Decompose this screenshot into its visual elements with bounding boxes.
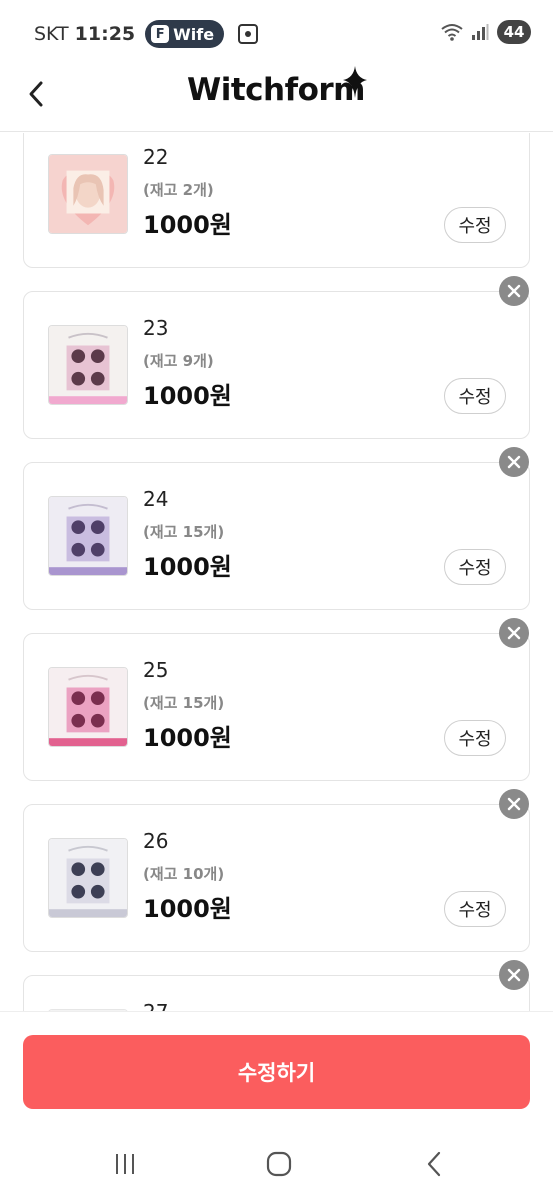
item-card: 26 (재고 10개) 1000원 수정 — [23, 804, 530, 952]
hotspot-pill: F Wife — [145, 20, 225, 48]
back-button[interactable] — [18, 76, 54, 112]
carrier-label: SKT — [34, 23, 69, 45]
item-thumbnail — [48, 154, 128, 234]
hotspot-label: Wife — [173, 24, 215, 44]
item-list[interactable]: 22 (재고 2개) 1000원 수정 23 (재고 9개) 1000원 수정 — [0, 133, 553, 1011]
edit-button[interactable]: 수정 — [444, 549, 506, 585]
item-number: 24 — [143, 487, 169, 511]
item-number: 26 — [143, 829, 169, 853]
signal-icon — [472, 24, 489, 40]
item-stock: (재고 10개) — [143, 865, 225, 883]
item-stock: (재고 2개) — [143, 181, 214, 199]
item-card: 25 (재고 15개) 1000원 수정 — [23, 633, 530, 781]
f-app-icon: F — [151, 25, 170, 43]
screen-capture-icon — [238, 24, 259, 44]
edit-button[interactable]: 수정 — [444, 720, 506, 756]
app-header: Witchform — [0, 64, 553, 132]
silver-grid-image — [49, 839, 127, 917]
item-number: 25 — [143, 658, 169, 682]
recent-apps-icon — [116, 1154, 134, 1174]
recent-apps-button[interactable] — [105, 1149, 145, 1179]
item-number: 22 — [143, 145, 169, 169]
remove-x-icon — [507, 455, 521, 469]
witchform-logo: Witchform — [187, 72, 365, 108]
remove-item-button[interactable] — [499, 276, 529, 306]
remove-item-button[interactable] — [499, 447, 529, 477]
item-thumbnail — [48, 838, 128, 918]
remove-item-button[interactable] — [499, 960, 529, 990]
item-thumbnail — [48, 496, 128, 576]
item-price: 1000원 — [143, 895, 232, 923]
item-number: 23 — [143, 316, 169, 340]
remove-x-icon — [507, 626, 521, 640]
item-price: 1000원 — [143, 211, 232, 239]
item-price: 1000원 — [143, 724, 232, 752]
status-right: 44 — [441, 20, 531, 44]
remove-item-button[interactable] — [499, 789, 529, 819]
item-card: 23 (재고 9개) 1000원 수정 — [23, 291, 530, 439]
item-thumbnail — [48, 667, 128, 747]
magenta-grid-image — [49, 668, 127, 746]
nav-back-button[interactable] — [414, 1149, 454, 1179]
item-price: 1000원 — [143, 382, 232, 410]
item-stock: (재고 15개) — [143, 523, 225, 541]
item-price: 1000원 — [143, 553, 232, 581]
purple-grid-image — [49, 497, 127, 575]
item-number: 27 — [143, 1000, 168, 1011]
logo-sparkle-icon — [343, 66, 367, 98]
status-bar: SKT 11:25 F Wife 44 — [0, 0, 553, 64]
item-stock: (재고 9개) — [143, 352, 214, 370]
item-card: 27 — [23, 975, 530, 1011]
pink-portrait-image — [49, 155, 127, 233]
status-left: SKT 11:25 F Wife — [34, 20, 259, 48]
system-nav-bar — [0, 1131, 553, 1200]
home-button[interactable] — [259, 1149, 299, 1179]
bottom-action-area: 수정하기 — [0, 1011, 553, 1131]
edit-button[interactable]: 수정 — [444, 207, 506, 243]
pink-grid-image — [49, 326, 127, 404]
battery-indicator: 44 — [497, 20, 531, 44]
edit-button[interactable]: 수정 — [444, 378, 506, 414]
remove-x-icon — [507, 968, 521, 982]
wifi-icon — [441, 24, 463, 41]
item-card: 24 (재고 15개) 1000원 수정 — [23, 462, 530, 610]
back-chevron-icon — [29, 81, 43, 107]
nav-back-icon — [427, 1151, 441, 1177]
remove-x-icon — [507, 284, 521, 298]
home-icon — [266, 1151, 292, 1177]
edit-button[interactable]: 수정 — [444, 891, 506, 927]
item-thumbnail — [48, 325, 128, 405]
clock: 11:25 — [74, 23, 136, 45]
submit-edit-button[interactable]: 수정하기 — [23, 1035, 530, 1109]
item-card: 22 (재고 2개) 1000원 수정 — [23, 133, 530, 268]
remove-x-icon — [507, 797, 521, 811]
remove-item-button[interactable] — [499, 618, 529, 648]
item-stock: (재고 15개) — [143, 694, 225, 712]
